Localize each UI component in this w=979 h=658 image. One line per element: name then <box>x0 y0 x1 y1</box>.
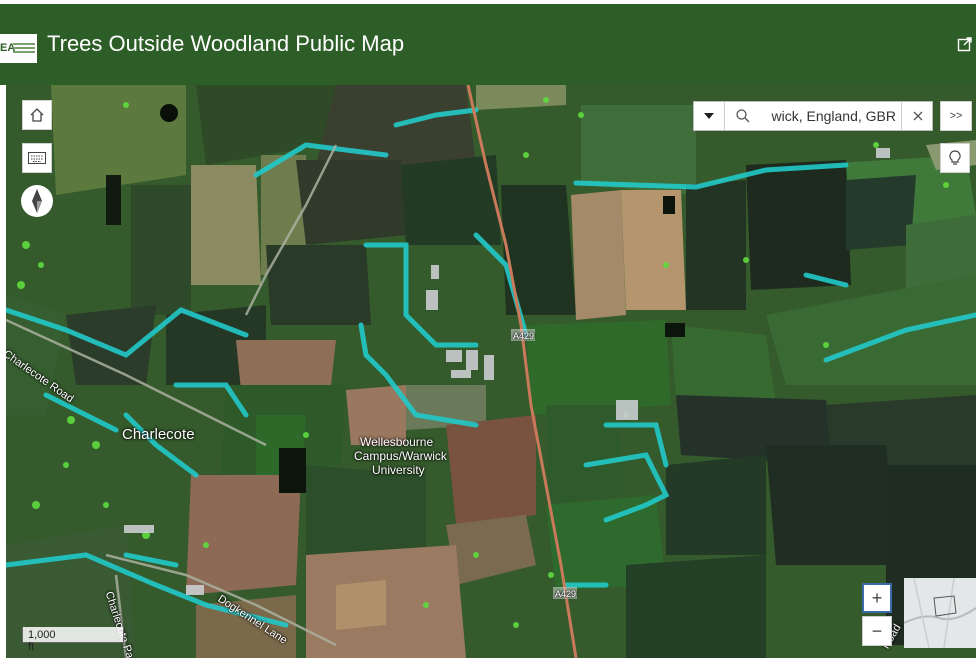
agency-logo: EA <box>0 34 37 63</box>
clear-search-button[interactable] <box>901 102 934 130</box>
campus-label-line3: University <box>372 463 425 477</box>
home-button[interactable] <box>22 100 52 130</box>
search-widget <box>693 101 933 131</box>
search-source-dropdown[interactable] <box>694 102 725 130</box>
app-title: Trees Outside Woodland Public Map <box>47 31 405 56</box>
compass-icon <box>32 189 42 213</box>
zoom-out-button[interactable]: − <box>862 616 892 646</box>
keyboard-button[interactable] <box>22 143 52 173</box>
lightbulb-icon <box>949 150 961 165</box>
double-chevron-icon: >> <box>949 110 963 122</box>
search-icon <box>736 109 750 123</box>
expand-panel-button[interactable]: >> <box>940 101 972 131</box>
home-icon <box>30 108 44 122</box>
keyboard-icon <box>28 152 46 164</box>
overview-map-image <box>904 578 976 648</box>
app-header: EA Trees Outside Woodland Public Map <box>0 4 976 85</box>
scale-label: 1,000 ft <box>28 629 56 653</box>
road-label-a429-top: A429 <box>513 331 535 341</box>
place-label-charlecote: Charlecote <box>122 426 195 443</box>
overview-map[interactable] <box>904 578 976 648</box>
satellite-imagery <box>6 85 976 658</box>
search-input[interactable] <box>762 106 896 126</box>
compass-button[interactable] <box>21 185 53 217</box>
tips-button[interactable] <box>940 143 970 173</box>
close-icon <box>913 111 923 121</box>
zoom-in-button[interactable]: + <box>862 583 892 613</box>
campus-label-line2: Campus/Warwick <box>354 449 447 463</box>
share-icon[interactable] <box>957 36 973 52</box>
caret-down-icon <box>704 113 714 119</box>
campus-label-line1: Wellesbourne <box>360 435 434 449</box>
road-label-a429-bottom: A429 <box>555 589 577 599</box>
map-view[interactable]: Charlecote Wellesbourne Campus/Warwick U… <box>6 85 976 658</box>
